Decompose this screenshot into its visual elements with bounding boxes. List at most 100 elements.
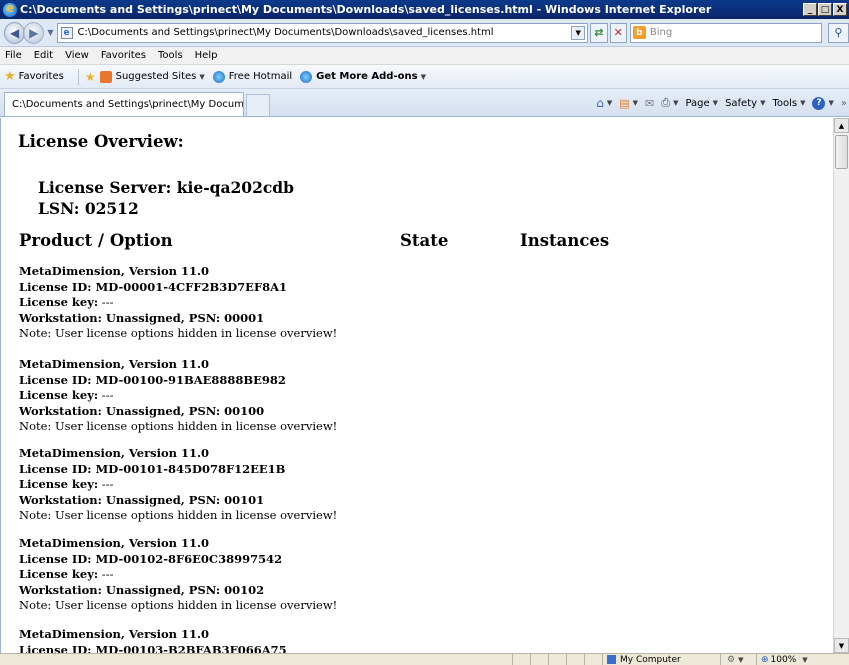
chevron-down-icon: ▼ [712, 99, 719, 107]
tab-label: C:\Documents and Settings\prinect\My Doc… [12, 99, 244, 110]
more-icon[interactable]: » [841, 98, 847, 109]
zoom-control[interactable]: ⊕ 100% ▼ [756, 653, 849, 665]
license-entry: MetaDimension, Version 11.0 License ID: … [19, 627, 287, 653]
license-note: Note: User license options hidden in lic… [19, 419, 338, 433]
menu-edit[interactable]: Edit [29, 50, 60, 61]
search-input[interactable]: b Bing [629, 22, 822, 43]
close-button[interactable]: X [833, 3, 847, 16]
page-icon: e [60, 26, 73, 39]
menu-favorites[interactable]: Favorites [96, 50, 153, 61]
license-entry: MetaDimension, Version 11.0 License ID: … [19, 536, 337, 614]
license-key-label: License key: [19, 477, 99, 491]
chevron-down-icon[interactable]: ▼ [673, 99, 678, 107]
tools-menu-label: Tools [772, 97, 798, 109]
print-icon[interactable]: ⎙ [661, 96, 670, 110]
ie-page-icon [212, 70, 225, 83]
suggested-sites-icon [99, 70, 112, 83]
license-server-line: License Server: kie-qa202cdb [38, 178, 294, 197]
stop-button[interactable]: ✕ [609, 22, 627, 43]
feeds-icon[interactable]: ▤ [619, 97, 629, 110]
window-controls: _ □ X [803, 3, 847, 16]
protected-mode-icon[interactable]: ⚙ ▼ [720, 653, 756, 665]
status-cell [530, 653, 548, 665]
status-cell [584, 653, 602, 665]
column-header-state: State [400, 231, 449, 250]
forward-button[interactable]: ▶ [23, 21, 45, 44]
menu-help[interactable]: Help [190, 50, 225, 61]
chevron-down-icon[interactable]: ▼ [633, 99, 638, 107]
security-zone[interactable]: My Computer [602, 653, 720, 665]
safety-menu-label: Safety [725, 97, 758, 109]
new-tab-button[interactable] [246, 94, 270, 116]
license-product: MetaDimension, Version 11.0 [19, 446, 210, 460]
star-icon: ★ [4, 69, 16, 84]
maximize-button[interactable]: □ [818, 3, 832, 16]
chevron-down-icon[interactable]: ▼ [607, 99, 612, 107]
license-workstation: Workstation: Unassigned, PSN: 00101 [19, 492, 265, 507]
refresh-button[interactable]: ⇄ [590, 22, 608, 43]
license-product: MetaDimension, Version 11.0 [19, 357, 210, 371]
favorites-label: Favorites [18, 71, 64, 82]
page-title: License Overview: [18, 132, 184, 151]
license-key-label: License key: [19, 388, 99, 402]
license-server-info: License Server: kie-qa202cdb LSN: 02512 [38, 177, 294, 219]
scroll-thumb[interactable] [835, 135, 848, 169]
zoom-level: 100% [770, 654, 797, 665]
status-cell [512, 653, 530, 665]
license-key-row: License key: --- [19, 477, 337, 493]
minimize-button[interactable]: _ [803, 3, 817, 16]
vertical-scrollbar[interactable]: ▲ ▼ [833, 118, 849, 653]
column-header-product: Product / Option [19, 231, 173, 250]
license-id: License ID: MD-00102-8F6E0C38997542 [19, 551, 283, 566]
license-key-value: --- [98, 567, 114, 581]
back-button[interactable]: ◀ [4, 21, 26, 44]
mail-icon[interactable]: ✉ [645, 97, 654, 110]
license-note: Note: User license options hidden in lic… [19, 508, 338, 522]
tab-current[interactable]: C:\Documents and Settings\prinect\My Doc… [4, 92, 244, 116]
fav-suggested-sites[interactable]: Suggested Sites ▼ [99, 70, 205, 83]
fav-item-label: Free Hotmail [228, 71, 293, 82]
page-content: License Overview: License Server: kie-qa… [0, 118, 833, 653]
safety-menu[interactable]: Safety ▼ [725, 98, 765, 109]
chevron-down-icon: ▼ [420, 72, 426, 81]
page-menu[interactable]: Page ▼ [685, 98, 718, 109]
search-placeholder: Bing [649, 27, 673, 38]
fav-free-hotmail[interactable]: Free Hotmail [212, 70, 293, 83]
license-id: License ID: MD-00101-845D078F12EE1B [19, 461, 286, 476]
favorites-button[interactable]: ★ Favorites [0, 69, 64, 84]
menu-file[interactable]: File [0, 50, 29, 61]
license-id: License ID: MD-00103-B2BFAB3F066A75 [19, 642, 287, 654]
title-bar: C:\Documents and Settings\prinect\My Doc… [0, 0, 849, 19]
address-dropdown-icon[interactable]: ▼ [571, 25, 586, 40]
security-zone-label: My Computer [620, 654, 681, 665]
license-workstation: Workstation: Unassigned, PSN: 00102 [19, 582, 265, 597]
license-key-row: License key: --- [19, 295, 337, 311]
license-key-value: --- [98, 295, 114, 309]
home-icon[interactable]: ⌂ [596, 96, 604, 110]
license-key-value: --- [98, 388, 114, 402]
license-entry: MetaDimension, Version 11.0 License ID: … [19, 357, 337, 435]
search-button[interactable]: ⚲ [827, 22, 849, 43]
scroll-up-icon[interactable]: ▲ [834, 118, 849, 133]
status-cell [566, 653, 584, 665]
recent-pages-icon[interactable]: ▼ [47, 28, 53, 37]
page-menu-label: Page [685, 97, 710, 109]
status-cell [548, 653, 566, 665]
scroll-down-icon[interactable]: ▼ [834, 638, 849, 653]
column-header-instances: Instances [520, 231, 610, 250]
menu-view[interactable]: View [60, 50, 96, 61]
add-favorite-icon[interactable]: ★ [85, 70, 96, 84]
favorites-bar: ★ Favorites ★ Suggested Sites ▼ Free Hot… [0, 65, 849, 89]
address-url[interactable]: C:\Documents and Settings\prinect\My Doc… [78, 27, 572, 38]
address-bar[interactable]: e C:\Documents and Settings\prinect\My D… [56, 22, 589, 43]
license-product: MetaDimension, Version 11.0 [19, 536, 210, 550]
fav-get-more-addons[interactable]: Get More Add-ons ▼ [300, 70, 426, 83]
license-key-row: License key: --- [19, 567, 337, 583]
chevron-down-icon: ▼ [802, 655, 808, 664]
help-menu[interactable]: ? ▼ [812, 96, 834, 110]
address-toolbar: ◀ ▶ ▼ e C:\Documents and Settings\prinec… [0, 19, 849, 47]
menu-tools[interactable]: Tools [153, 50, 190, 61]
computer-icon [607, 655, 616, 664]
license-note: Note: User license options hidden in lic… [19, 326, 338, 340]
tools-menu[interactable]: Tools ▼ [772, 98, 805, 109]
